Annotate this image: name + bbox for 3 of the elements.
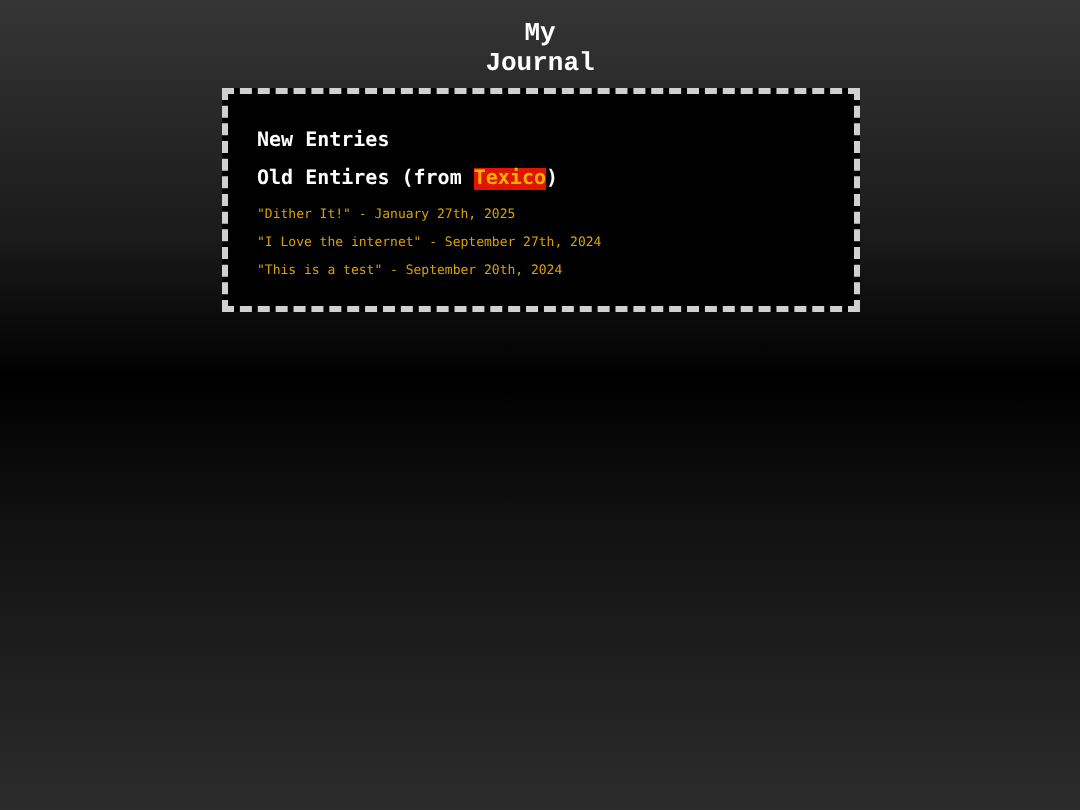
section-link[interactable]: New Entries	[257, 128, 853, 156]
journal-title: My Journal	[483, 18, 597, 78]
section-heading: Old Entires (from Texico)	[257, 166, 561, 194]
